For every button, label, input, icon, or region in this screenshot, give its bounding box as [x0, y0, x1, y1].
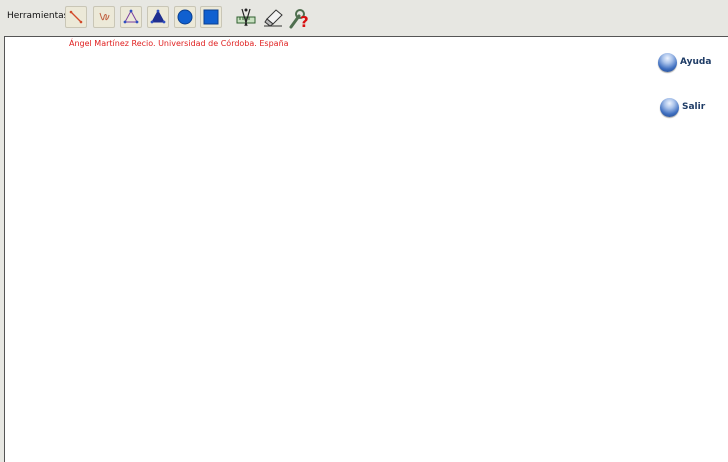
help-tool-button[interactable]: ?: [286, 6, 309, 29]
curve-tool-button[interactable]: [93, 6, 115, 28]
segment-icon: [69, 10, 83, 24]
square-icon: [203, 9, 219, 25]
orb-button-icon: [660, 98, 679, 117]
drawing-canvas[interactable]: Ángel Martínez Recio. Universidad de Cór…: [4, 36, 728, 462]
orb-button-icon: [658, 53, 677, 72]
compass-ruler-icon: [236, 8, 256, 27]
toolbar-label: Herramientas: [7, 11, 69, 21]
svg-text:?: ?: [300, 13, 309, 29]
filled-triangle-icon: [150, 9, 166, 24]
toolbar: Herramientas ?: [0, 0, 728, 36]
freehand-curve-icon: [99, 12, 110, 21]
filled-polygon-tool-button[interactable]: [147, 6, 169, 28]
circle-tool-button[interactable]: [174, 6, 196, 28]
square-tool-button[interactable]: [200, 6, 222, 28]
eraser-icon: [264, 9, 283, 27]
polygon-tool-button[interactable]: [120, 6, 142, 28]
exit-button-label: Salir: [682, 102, 706, 112]
circle-icon: [177, 9, 193, 25]
wrench-question-icon: ?: [289, 9, 309, 29]
eraser-tool-button[interactable]: [261, 6, 283, 28]
compass-ruler-tool-button[interactable]: [235, 6, 257, 28]
segment-tool-button[interactable]: [65, 6, 87, 28]
help-button-label: Ayuda: [680, 57, 712, 67]
author-credit: Ángel Martínez Recio. Universidad de Cór…: [69, 39, 289, 48]
polygon-icon: [123, 9, 139, 24]
